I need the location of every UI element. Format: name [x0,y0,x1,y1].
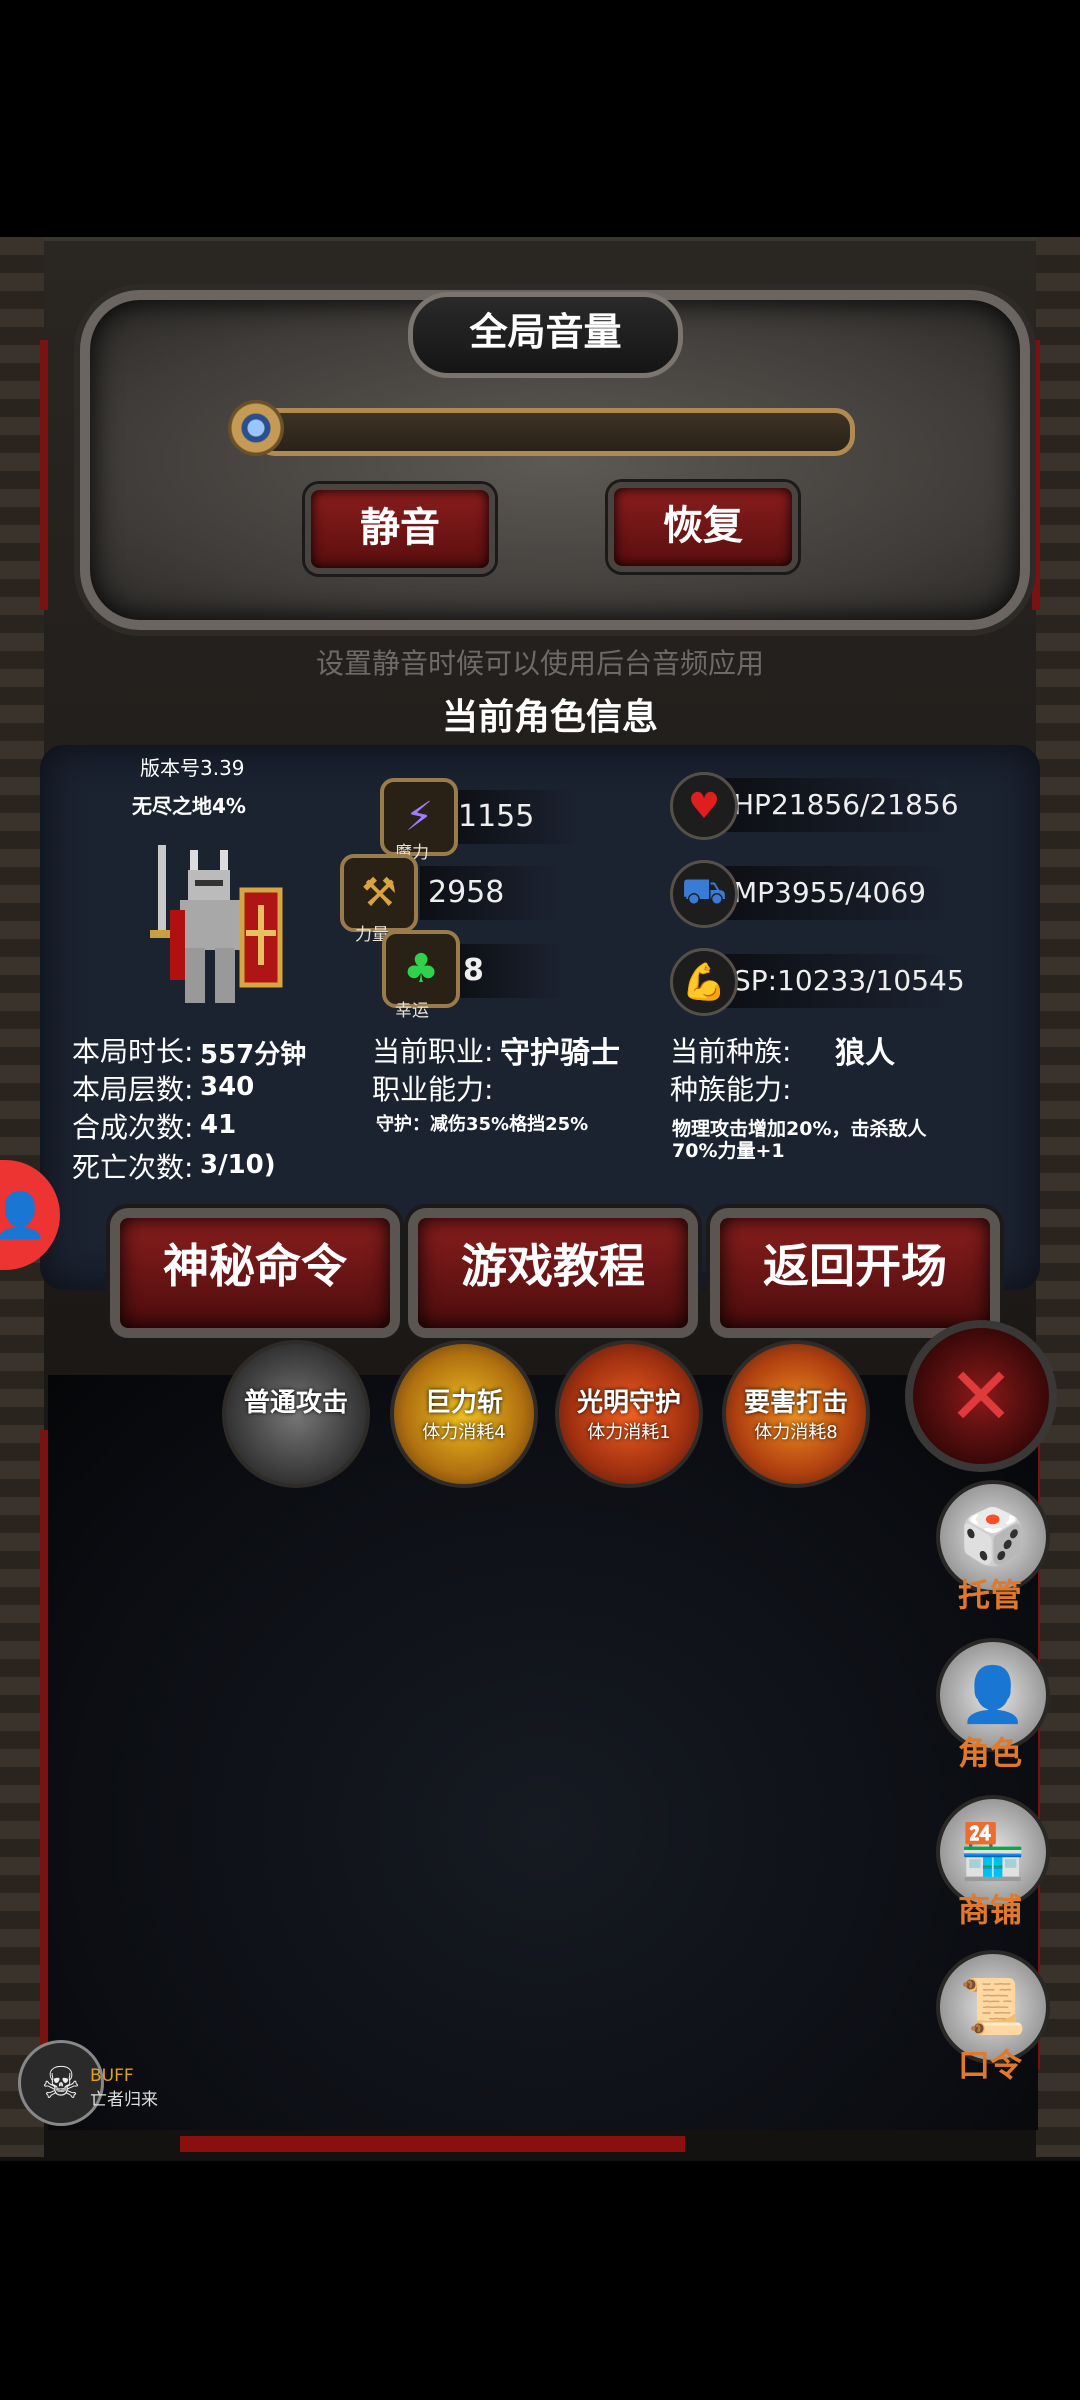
volume-title: 全局音量 [408,292,683,378]
skill-name: 要害打击 [743,1388,848,1418]
sp-value: SP:10233/10545 [733,964,965,997]
merges-value: 41 [200,1110,237,1140]
buff-name: 亡者归来 [90,2090,158,2110]
realm-label: 无尽之地4% [132,794,246,818]
mana-icon: ⛟ [670,860,738,928]
strength-stat: 2958 [420,866,558,920]
battle-area [48,1375,1038,2130]
volume-slider[interactable] [255,408,855,456]
volume-slider-knob[interactable] [228,400,284,456]
hp-value: HP21856/21856 [733,788,959,821]
mp-stat: MP3955/4069 [725,866,948,920]
left-red-trim [40,340,48,610]
skill-cost: 体力消耗4 [422,1422,506,1443]
class-ability-label: 职业能力: [372,1073,494,1106]
left-red-trim-lower [40,1430,48,2070]
mute-button[interactable]: 静音 [305,484,495,574]
skill-holy-guard[interactable]: 光明守护 体力消耗1 [555,1340,703,1488]
command-label[interactable]: 口令 [940,2040,1040,2086]
luck-label: 幸运 [395,1001,429,1021]
close-icon[interactable]: ✕ [905,1320,1057,1472]
skill-cost: 体力消耗1 [587,1422,671,1443]
race-label: 当前种族: [670,1035,792,1068]
skill-vital-strike[interactable]: 要害打击 体力消耗8 [722,1340,870,1488]
stamina-icon: 💪 [670,948,738,1016]
duration-label: 本局时长: [72,1035,194,1068]
luck-value: 8 [463,953,484,988]
magic-value: 1155 [458,799,535,834]
race-ability-line2: 70%力量+1 [672,1140,785,1162]
class-ability-value: 守护：减伤35%格挡25% [376,1114,589,1135]
skill-mighty-slash[interactable]: 巨力斩 体力消耗4 [390,1340,538,1488]
shop-label[interactable]: 商铺 [940,1885,1040,1931]
deaths-label: 死亡次数: [72,1151,194,1184]
sp-stat: SP:10233/10545 [725,954,965,1008]
race-ability-label: 种族能力: [670,1073,792,1106]
buff-title: BUFF [90,2066,134,2086]
version-label: 版本号3.39 [140,756,245,780]
race-value: 狼人 [835,1036,895,1071]
skill-cost: 体力消耗8 [754,1422,838,1443]
floors-value: 340 [200,1072,255,1102]
class-value: 守护骑士 [500,1036,620,1071]
floors-label: 本局层数: [72,1073,194,1106]
auto-label[interactable]: 托管 [940,1570,1040,1616]
right-red-trim [1032,340,1040,610]
role-label[interactable]: 角色 [940,1728,1040,1774]
restore-button[interactable]: 恢复 [608,482,798,572]
magic-stat: 1155 [450,790,578,844]
secret-command-button[interactable]: 神秘命令 [110,1208,400,1338]
mute-hint: 设置静音时候可以使用后台音频应用 [315,647,764,680]
merges-label: 合成次数: [72,1111,194,1144]
skill-normal-attack[interactable]: 普通攻击 [222,1340,370,1488]
hp-stat: HP21856/21856 [725,778,959,832]
class-label: 当前职业: [372,1035,494,1068]
return-start-button[interactable]: 返回开场 [710,1208,1000,1338]
luck-stat: 8 [455,944,563,998]
heart-icon: ♥ [670,772,738,840]
mp-value: MP3955/4069 [733,876,926,909]
character-info-title: 当前角色信息 [441,697,658,738]
duration-value: 557分钟 [200,1040,307,1070]
tutorial-button[interactable]: 游戏教程 [408,1208,698,1338]
bottom-progress-bar [180,2136,685,2152]
strength-value: 2958 [428,875,505,910]
skill-name: 光明守护 [576,1388,681,1418]
knight-avatar [150,845,283,1003]
deaths-value: 3/10) [200,1150,276,1180]
skill-name: 巨力斩 [424,1388,503,1418]
skill-name: 普通攻击 [243,1388,348,1418]
